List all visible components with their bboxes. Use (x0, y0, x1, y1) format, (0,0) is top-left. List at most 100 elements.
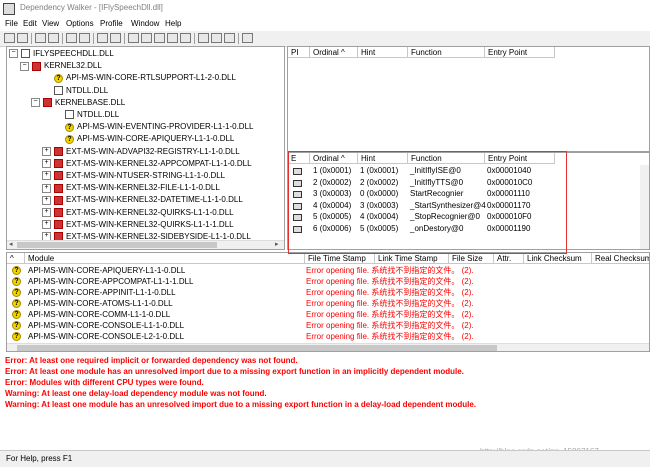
parent-imports-pane[interactable]: PI Ordinal ^ Hint Function Entry Point (287, 46, 650, 152)
cascade-icon[interactable] (198, 33, 209, 43)
properties-icon[interactable] (128, 33, 139, 43)
menu-view[interactable]: View (42, 19, 59, 28)
export-function[interactable]: _StartSynthesizer@4 (410, 201, 486, 211)
tree-node[interactable]: API-MS-WIN-CORE-RTLSUPPORT-L1-2-0.DLL (42, 72, 236, 84)
col-module[interactable]: Module (25, 253, 305, 264)
tree-node[interactable]: + EXT-MS-WIN-KERNEL32-QUIRKS-L1-1-0.DLL (42, 207, 234, 219)
menu-help[interactable]: Help (165, 19, 181, 28)
col-hint[interactable]: Hint (358, 153, 408, 164)
modules-horizontal-scrollbar[interactable] (7, 343, 649, 351)
tree-node[interactable]: − IFLYSPEECHDLL.DLL (9, 48, 114, 60)
export-hint[interactable]: 4 (0x0004) (360, 212, 398, 222)
view-module-icon[interactable] (154, 33, 165, 43)
module-name[interactable]: API-MS-WIN-CORE-CONSOLE-L1-1-0.DLL (28, 320, 184, 331)
expand-icon[interactable]: + (42, 171, 51, 181)
expand-icon[interactable]: + (42, 195, 51, 205)
expand-icon[interactable]: + (42, 183, 51, 193)
col-function[interactable]: Function (408, 47, 485, 58)
export-entry-point[interactable]: 0x00001040 (487, 166, 531, 176)
menu-window[interactable]: Window (131, 19, 159, 28)
undecorate-icon[interactable] (79, 33, 90, 43)
tree-node[interactable]: + EXT-MS-WIN-ADVAPI32-REGISTRY-L1-1-0.DLL (42, 146, 240, 158)
module-name[interactable]: API-MS-WIN-CORE-APPCOMPAT-L1-1-1.DLL (28, 276, 194, 287)
export-ordinal[interactable]: 2 (0x0002) (313, 178, 351, 188)
tree-node[interactable]: + EXT-MS-WIN-KERNEL32-APPCOMPAT-L1-1-0.DL… (42, 158, 252, 170)
collapse-icon[interactable]: − (9, 49, 18, 59)
col-entry-point[interactable]: Entry Point (485, 47, 555, 58)
tree-node[interactable]: API-MS-WIN-EVENTING-PROVIDER-L1-1-0.DLL (53, 121, 253, 133)
export-entry-point[interactable]: 0x000010F0 (487, 212, 531, 222)
col-link-checksum[interactable]: Link Checksum (524, 253, 592, 264)
col-function[interactable]: Function (408, 153, 485, 164)
scroll-thumb[interactable] (17, 345, 497, 351)
export-hint[interactable]: 5 (0x0005) (360, 224, 398, 234)
system-info-icon[interactable] (141, 33, 152, 43)
export-function[interactable]: StartRecognier (410, 189, 463, 199)
export-entry-point[interactable]: 0x00001190 (487, 224, 530, 234)
tree-node[interactable]: + EXT-MS-WIN-NTUSER-STRING-L1-1-0.DLL (42, 170, 225, 182)
exports-vertical-scrollbar[interactable] (640, 165, 649, 249)
col-entry-point[interactable]: Entry Point (485, 153, 555, 164)
tree-node[interactable]: + EXT-MS-WIN-KERNEL32-DATETIME-L1-1-0.DLL (42, 194, 243, 206)
export-ordinal[interactable]: 6 (0x0006) (313, 224, 351, 234)
expand-icon[interactable]: + (42, 159, 51, 169)
menu-options[interactable]: Options (66, 19, 94, 28)
export-function[interactable]: _onDestory@0 (410, 224, 463, 234)
export-ordinal[interactable]: 1 (0x0001) (313, 166, 351, 176)
col-ordinal[interactable]: Ordinal ^ (310, 153, 358, 164)
export-ordinal[interactable]: 4 (0x0004) (313, 201, 351, 211)
export-ordinal[interactable]: 5 (0x0005) (313, 212, 351, 222)
tree-node[interactable]: − KERNELBASE.DLL (31, 97, 125, 109)
module-name[interactable]: API-MS-WIN-CORE-COMM-L1-1-0.DLL (28, 309, 170, 320)
export-hint[interactable]: 0 (0x0000) (360, 189, 398, 199)
tree-node[interactable]: API-MS-WIN-CORE-APIQUERY-L1-1-0.DLL (53, 133, 234, 145)
export-function[interactable]: _InitIflyTTS@0 (410, 178, 463, 188)
tree-node[interactable]: − KERNEL32.DLL (20, 60, 102, 72)
expand-icon[interactable]: + (42, 220, 51, 230)
expand-icon[interactable]: + (42, 207, 51, 217)
export-function[interactable]: _InitIflyISE@0 (410, 166, 461, 176)
help-icon[interactable] (242, 33, 253, 43)
external-viewer-icon[interactable] (167, 33, 178, 43)
export-function[interactable]: _StopRecognier@0 (410, 212, 480, 222)
col-real-checksum[interactable]: Real Checksum (592, 253, 649, 264)
scroll-right-icon[interactable]: ▸ (275, 241, 279, 249)
expand-all-icon[interactable] (97, 33, 108, 43)
export-entry-point[interactable]: 0x00001170 (487, 201, 530, 211)
col-pi[interactable]: PI (288, 47, 310, 58)
module-list-pane[interactable]: ^ Module File Time Stamp Link Time Stamp… (6, 252, 650, 352)
expand-icon[interactable]: + (42, 146, 51, 156)
collapse-icon[interactable]: − (20, 61, 29, 71)
refresh-icon[interactable] (180, 33, 191, 43)
tree-node[interactable]: NTDLL.DLL (53, 109, 119, 121)
menu-file[interactable]: File (5, 19, 18, 28)
col-file-time-stamp[interactable]: File Time Stamp (305, 253, 375, 264)
scroll-thumb[interactable] (17, 242, 217, 248)
col-attr[interactable]: Attr. (494, 253, 524, 264)
tile-vertical-icon[interactable] (224, 33, 235, 43)
export-ordinal[interactable]: 3 (0x0003) (313, 189, 351, 199)
log-pane[interactable]: Error: At least one required implicit or… (0, 353, 650, 450)
col-link-time-stamp[interactable]: Link Time Stamp (375, 253, 449, 264)
export-hint[interactable]: 2 (0x0002) (360, 178, 398, 188)
col-e[interactable]: E (288, 153, 310, 164)
export-entry-point[interactable]: 0x00001110 (487, 189, 530, 199)
module-name[interactable]: API-MS-WIN-CORE-CONSOLE-L2-1-0.DLL (28, 331, 184, 342)
export-hint[interactable]: 3 (0x0003) (360, 201, 398, 211)
tree-node[interactable]: + EXT-MS-WIN-KERNEL32-QUIRKS-L1-1-1.DLL (42, 219, 234, 231)
search-icon[interactable] (48, 33, 59, 43)
copy-icon[interactable] (35, 33, 46, 43)
module-name[interactable]: API-MS-WIN-CORE-ATOMS-L1-1-0.DLL (28, 298, 173, 309)
col-sort[interactable]: ^ (7, 253, 25, 264)
collapse-all-icon[interactable] (110, 33, 121, 43)
module-name[interactable]: API-MS-WIN-CORE-APPINIT-L1-1-0.DLL (28, 287, 176, 298)
tree-node[interactable]: NTDLL.DLL (42, 85, 108, 97)
export-hint[interactable]: 1 (0x0001) (360, 166, 398, 176)
save-icon[interactable] (17, 33, 28, 43)
col-ordinal[interactable]: Ordinal ^ (310, 47, 358, 58)
col-hint[interactable]: Hint (358, 47, 408, 58)
exports-pane[interactable]: E Ordinal ^ Hint Function Entry Point 1 … (287, 152, 650, 250)
module-name[interactable]: API-MS-WIN-CORE-APIQUERY-L1-1-0.DLL (28, 265, 185, 276)
menu-profile[interactable]: Profile (100, 19, 123, 28)
export-entry-point[interactable]: 0x000010C0 (487, 178, 532, 188)
